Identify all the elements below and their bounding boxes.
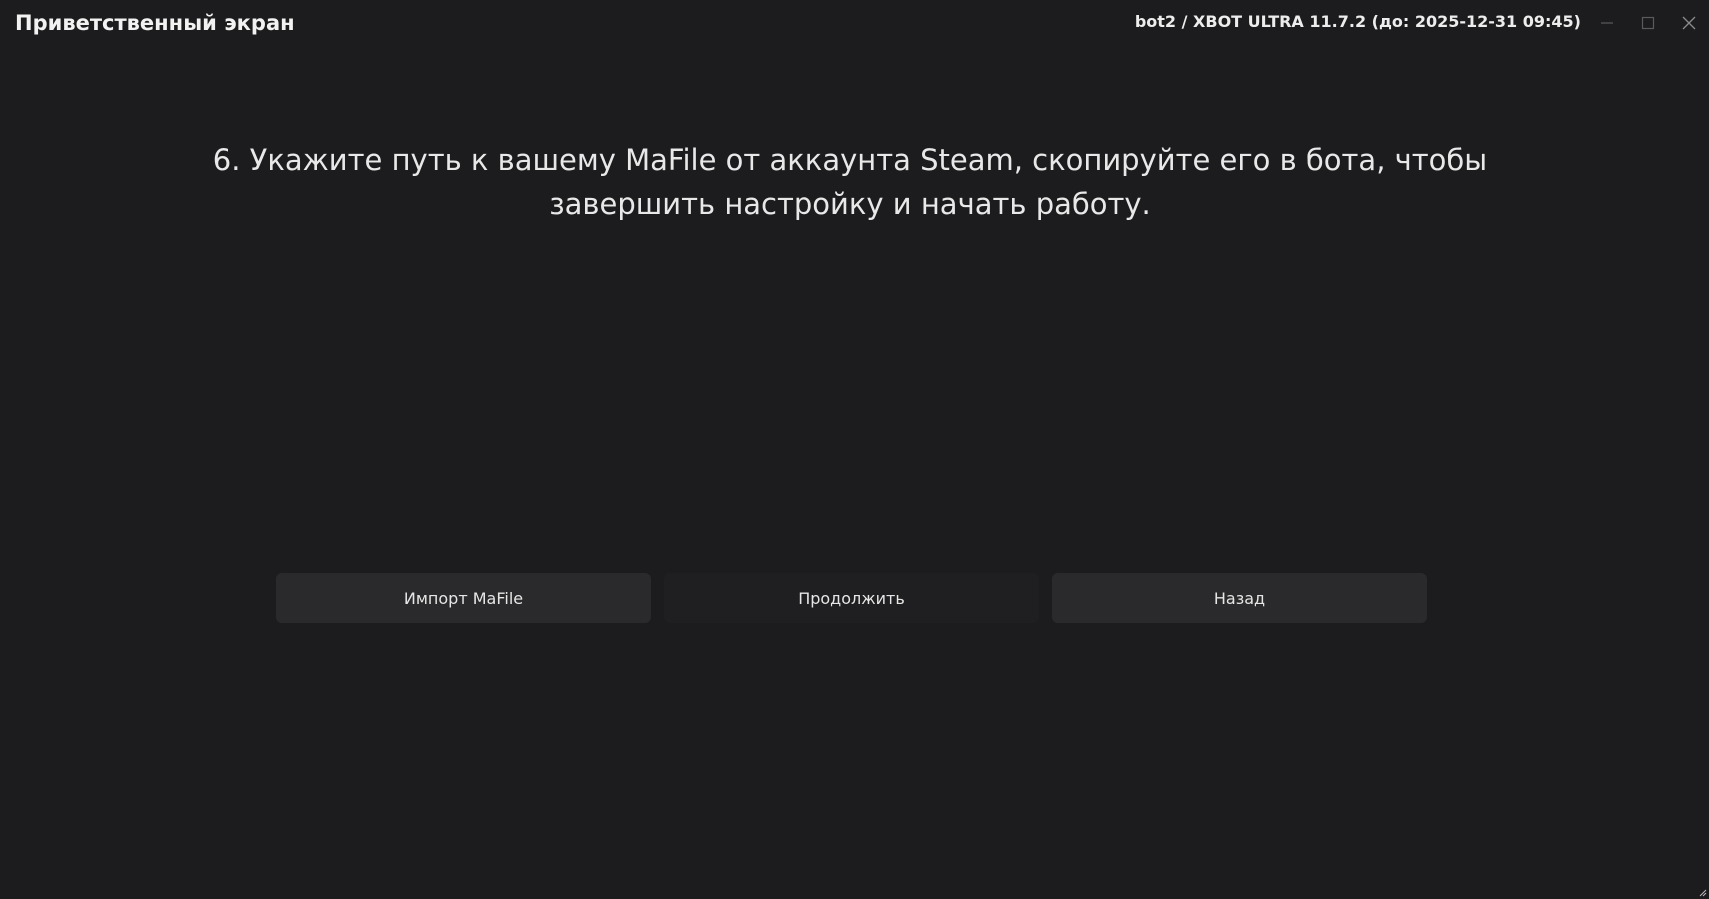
- back-button[interactable]: Назад: [1052, 573, 1427, 623]
- action-buttons: Импорт MaFile Продолжить Назад: [276, 573, 1427, 623]
- close-button[interactable]: [1668, 0, 1709, 46]
- bot-version-info: bot2 / XBOT ULTRA 11.7.2 (до: 2025-12-31…: [1134, 12, 1581, 31]
- setup-instruction-text: 6. Укажите путь к вашему MaFile от аккау…: [212, 143, 1488, 221]
- maximize-button[interactable]: [1627, 0, 1668, 46]
- minimize-button[interactable]: [1586, 0, 1627, 46]
- window-controls: [1586, 0, 1709, 46]
- minimize-icon: [1600, 22, 1613, 24]
- app-window: Приветственный экран bot2 / XBOT ULTRA 1…: [0, 0, 1709, 899]
- window-title: Приветственный экран: [15, 11, 295, 35]
- maximize-icon: [1641, 16, 1654, 30]
- continue-button[interactable]: Продолжить: [664, 573, 1039, 623]
- import-mafile-button[interactable]: Импорт MaFile: [276, 573, 651, 623]
- resize-grip-icon[interactable]: [1697, 887, 1707, 897]
- close-icon: [1682, 16, 1695, 30]
- title-bar[interactable]: Приветственный экран bot2 / XBOT ULTRA 1…: [0, 0, 1709, 46]
